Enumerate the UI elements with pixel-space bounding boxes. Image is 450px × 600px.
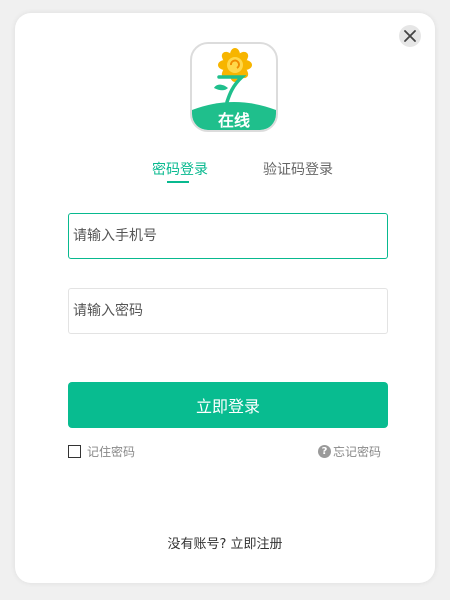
tab-code-login[interactable]: 验证码登录	[263, 159, 333, 179]
login-button[interactable]: 立即登录	[68, 382, 388, 428]
register-row: 没有账号? 立即注册	[15, 533, 435, 552]
register-prompt: 没有账号?	[167, 537, 227, 552]
close-icon	[404, 30, 416, 42]
active-tab-indicator	[167, 181, 189, 183]
remember-label: 记住密码	[87, 444, 136, 459]
password-input[interactable]	[69, 289, 387, 333]
app-logo: 在线	[190, 42, 278, 132]
logo-text: 在线	[217, 111, 250, 130]
phone-field	[68, 213, 388, 259]
close-button[interactable]	[399, 25, 421, 47]
forgot-label: 忘记密码	[333, 444, 382, 459]
login-tabs: 密码登录 验证码登录	[15, 159, 435, 189]
remember-checkbox[interactable]	[68, 444, 81, 458]
password-field	[68, 288, 388, 334]
forgot-password-link[interactable]: ? 忘记密码	[318, 443, 381, 459]
register-link[interactable]: 立即注册	[231, 537, 283, 552]
remember-password[interactable]: 记住密码	[68, 443, 135, 459]
tab-password-login[interactable]: 密码登录	[152, 159, 208, 179]
phone-input[interactable]	[69, 214, 387, 258]
question-icon: ?	[318, 444, 331, 458]
login-dialog: 在线 密码登录 验证码登录 立即登录 记住密码 ? 忘记密码 没有账号? 立即注…	[15, 13, 435, 583]
